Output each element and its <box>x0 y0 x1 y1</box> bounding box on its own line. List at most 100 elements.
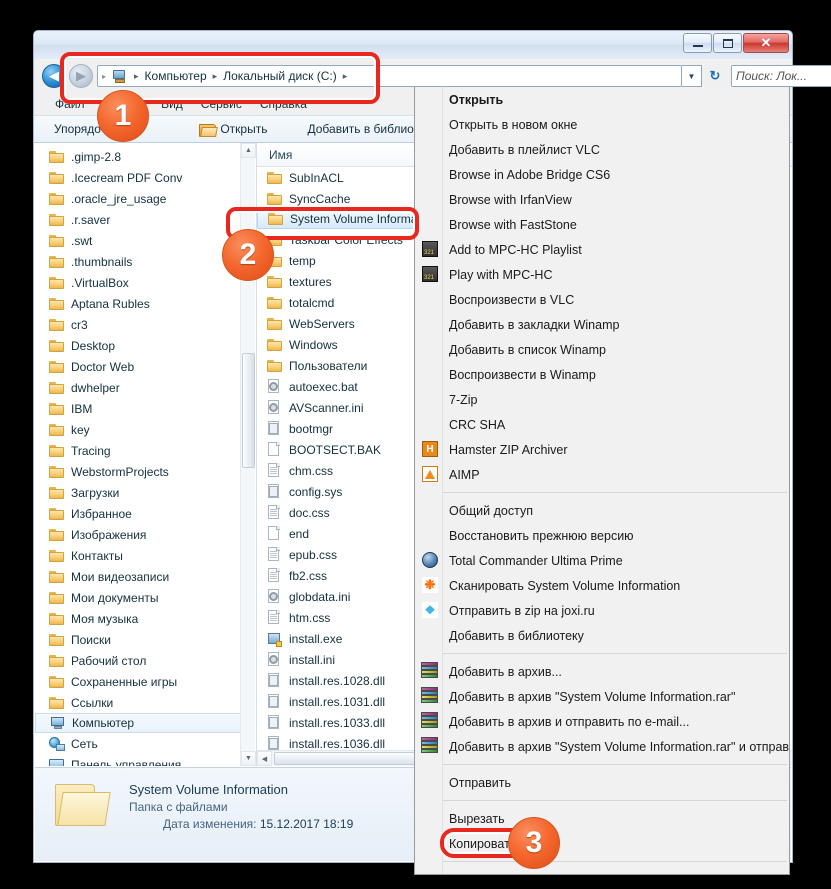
back-button[interactable]: ◀ <box>42 64 66 88</box>
address-bar[interactable]: ▸ ▸ Компьютер ▸ Локальный диск (C:) ▸ <box>97 65 682 87</box>
breadcrumb-local-disk[interactable]: Локальный диск (C:) <box>221 69 339 83</box>
context-menu-item[interactable]: Add to MPC-HC Playlist <box>415 237 789 262</box>
total-commander-icon <box>422 552 438 568</box>
context-menu[interactable]: Открыть Открыть в новом окне Добавить в пл… <box>414 87 790 875</box>
context-menu-item[interactable]: Browse with FastStone <box>415 212 789 237</box>
context-menu-item[interactable]: Создать ярлык <box>415 867 789 875</box>
tree-item[interactable]: Мои видеозаписи <box>35 566 256 587</box>
tree-item[interactable]: Desktop <box>35 335 256 356</box>
tree-item[interactable]: cr3 <box>35 314 256 335</box>
tree-item[interactable]: Моя музыка <box>35 608 256 629</box>
hamster-icon: H <box>422 441 438 457</box>
tree-item[interactable]: .oracle_jre_usage <box>35 188 256 209</box>
tree-item[interactable]: key <box>35 419 256 440</box>
close-button[interactable]: ✕ <box>743 33 789 53</box>
tree-item[interactable]: Сохраненные игры <box>35 671 256 692</box>
tree-item[interactable]: .VirtualBox <box>35 272 256 293</box>
context-menu-item[interactable]: Добавить в плейлист VLC <box>415 137 789 162</box>
context-menu-item[interactable]: Открыть в новом окне <box>415 112 789 137</box>
context-menu-item[interactable]: Воспроизвести в Winamp <box>415 362 789 387</box>
context-menu-item[interactable]: Browse with IrfanView <box>415 187 789 212</box>
address-overflow-icon[interactable]: ▸ <box>102 72 106 81</box>
context-menu-item[interactable]: AIMP <box>415 462 789 487</box>
minimize-button[interactable] <box>683 33 712 53</box>
scroll-down-arrow[interactable]: ▼ <box>241 751 256 766</box>
tree-item[interactable]: WebstormProjects <box>35 461 256 482</box>
folder-icon <box>49 423 65 437</box>
links-folder-icon <box>49 696 65 710</box>
menu-item-file[interactable]: Файл <box>46 95 94 113</box>
tree-item[interactable]: Компьютер <box>35 713 250 733</box>
folder-icon <box>49 318 65 332</box>
scroll-up-arrow[interactable]: ▲ <box>241 143 256 158</box>
forward-button[interactable]: ▶ <box>69 64 93 88</box>
context-menu-item[interactable]: Добавить в архив "System Volume Informat… <box>415 734 789 759</box>
context-menu-item[interactable]: Отправить <box>415 770 789 795</box>
folder-icon <box>267 359 283 373</box>
details-type: Папка с файлами <box>129 800 228 814</box>
menu-item-help[interactable]: Справка <box>251 95 316 113</box>
context-menu-item[interactable]: Добавить в архив "System Volume Informat… <box>415 684 789 709</box>
tree-item[interactable]: Мои документы <box>35 587 256 608</box>
context-menu-item[interactable]: Добавить в закладки Winamp <box>415 312 789 337</box>
tree-item[interactable]: IBM <box>35 398 256 419</box>
tree-item[interactable]: Aptana Rubles <box>35 293 256 314</box>
context-menu-item[interactable]: Общий доступ <box>415 498 789 523</box>
context-menu-item[interactable]: Play with MPC-HC <box>415 262 789 287</box>
menu-item-tools[interactable]: Сервис <box>192 95 251 113</box>
refresh-button[interactable]: ↻ <box>704 65 726 87</box>
title-bar[interactable]: ✕ <box>34 31 792 59</box>
address-dropdown-button[interactable]: ▼ <box>682 65 702 87</box>
context-menu-item[interactable]: Открыть <box>415 87 789 112</box>
folder-icon <box>49 444 65 458</box>
context-menu-item[interactable]: Total Commander Ultima Prime <box>415 548 789 573</box>
context-menu-item[interactable]: Вырезать <box>415 806 789 831</box>
tree-item[interactable]: .Icecream PDF Conv <box>35 167 256 188</box>
context-menu-item[interactable]: 7-Zip <box>415 387 789 412</box>
context-menu-item[interactable]: H Hamster ZIP Archiver <box>415 437 789 462</box>
context-menu-item[interactable]: Воспроизвести в VLC <box>415 287 789 312</box>
tree-item[interactable]: Избранное <box>35 503 256 524</box>
tree-item[interactable]: Загрузки <box>35 482 256 503</box>
breadcrumb-separator[interactable]: ▸ <box>339 71 352 82</box>
context-menu-item[interactable]: Добавить в архив и отправить по e-mail..… <box>415 709 789 734</box>
tree-item[interactable]: .r.saver <box>35 209 256 230</box>
context-menu-items: Открыть Открыть в новом окне Добавить в пл… <box>415 87 789 875</box>
context-menu-item[interactable]: Восстановить прежнюю версию <box>415 523 789 548</box>
open-button[interactable]: Открыть <box>191 119 275 139</box>
context-menu-item[interactable]: CRC SHA <box>415 412 789 437</box>
context-menu-item[interactable]: Browse in Adobe Bridge CS6 <box>415 162 789 187</box>
context-menu-item[interactable]: Добавить в список Winamp <box>415 337 789 362</box>
details-date: Дата изменения: 15.12.2017 18:19 <box>129 817 353 831</box>
scrollbar-thumb[interactable] <box>242 353 255 468</box>
tree-item[interactable]: Сеть <box>35 733 256 754</box>
folder-icon <box>49 465 65 479</box>
context-menu-item[interactable]: Добавить в библиотеку <box>415 623 789 648</box>
tree-item[interactable]: dwhelper <box>35 377 256 398</box>
tree-item[interactable]: .gimp-2.8 <box>35 146 256 167</box>
context-menu-item[interactable]: ❖ Отправить в zip на joxi.ru <box>415 598 789 623</box>
tree-item[interactable]: Контакты <box>35 545 256 566</box>
scroll-left-arrow[interactable]: ◀ <box>257 751 272 766</box>
tree-item[interactable]: Doctor Web <box>35 356 256 377</box>
tree-item-label: Aptana Rubles <box>71 296 150 311</box>
maximize-button[interactable] <box>713 33 742 53</box>
navigation-pane[interactable]: .gimp-2.8 .Icecream PDF Conv .oracle_jre_u… <box>35 143 256 766</box>
tree-item[interactable]: Рабочий стол <box>35 650 256 671</box>
tree-item[interactable]: Tracing <box>35 440 256 461</box>
tree-item-label: Ссылки <box>71 695 114 710</box>
context-menu-item-label: Добавить в закладки Winamp <box>449 317 620 332</box>
search-input[interactable]: Поиск: Лок... 🔍 <box>731 65 831 87</box>
tree-item-label: Избранное <box>71 506 132 521</box>
tree-item[interactable]: Изображения <box>35 524 256 545</box>
context-menu-item[interactable]: Добавить в архив... <box>415 659 789 684</box>
tree-item-label: IBM <box>71 401 93 416</box>
context-menu-item[interactable]: ❉ Сканировать System Volume Information <box>415 573 789 598</box>
breadcrumb-computer[interactable]: Компьютер <box>143 69 209 83</box>
menu-item-view[interactable]: Вид <box>152 95 192 113</box>
tree-item[interactable]: Панель управления <box>35 754 256 766</box>
tree-item[interactable]: Поиски <box>35 629 256 650</box>
dll-file-icon <box>267 714 282 731</box>
context-menu-item[interactable]: Копировать <box>415 831 789 856</box>
tree-item[interactable]: Ссылки <box>35 692 256 713</box>
